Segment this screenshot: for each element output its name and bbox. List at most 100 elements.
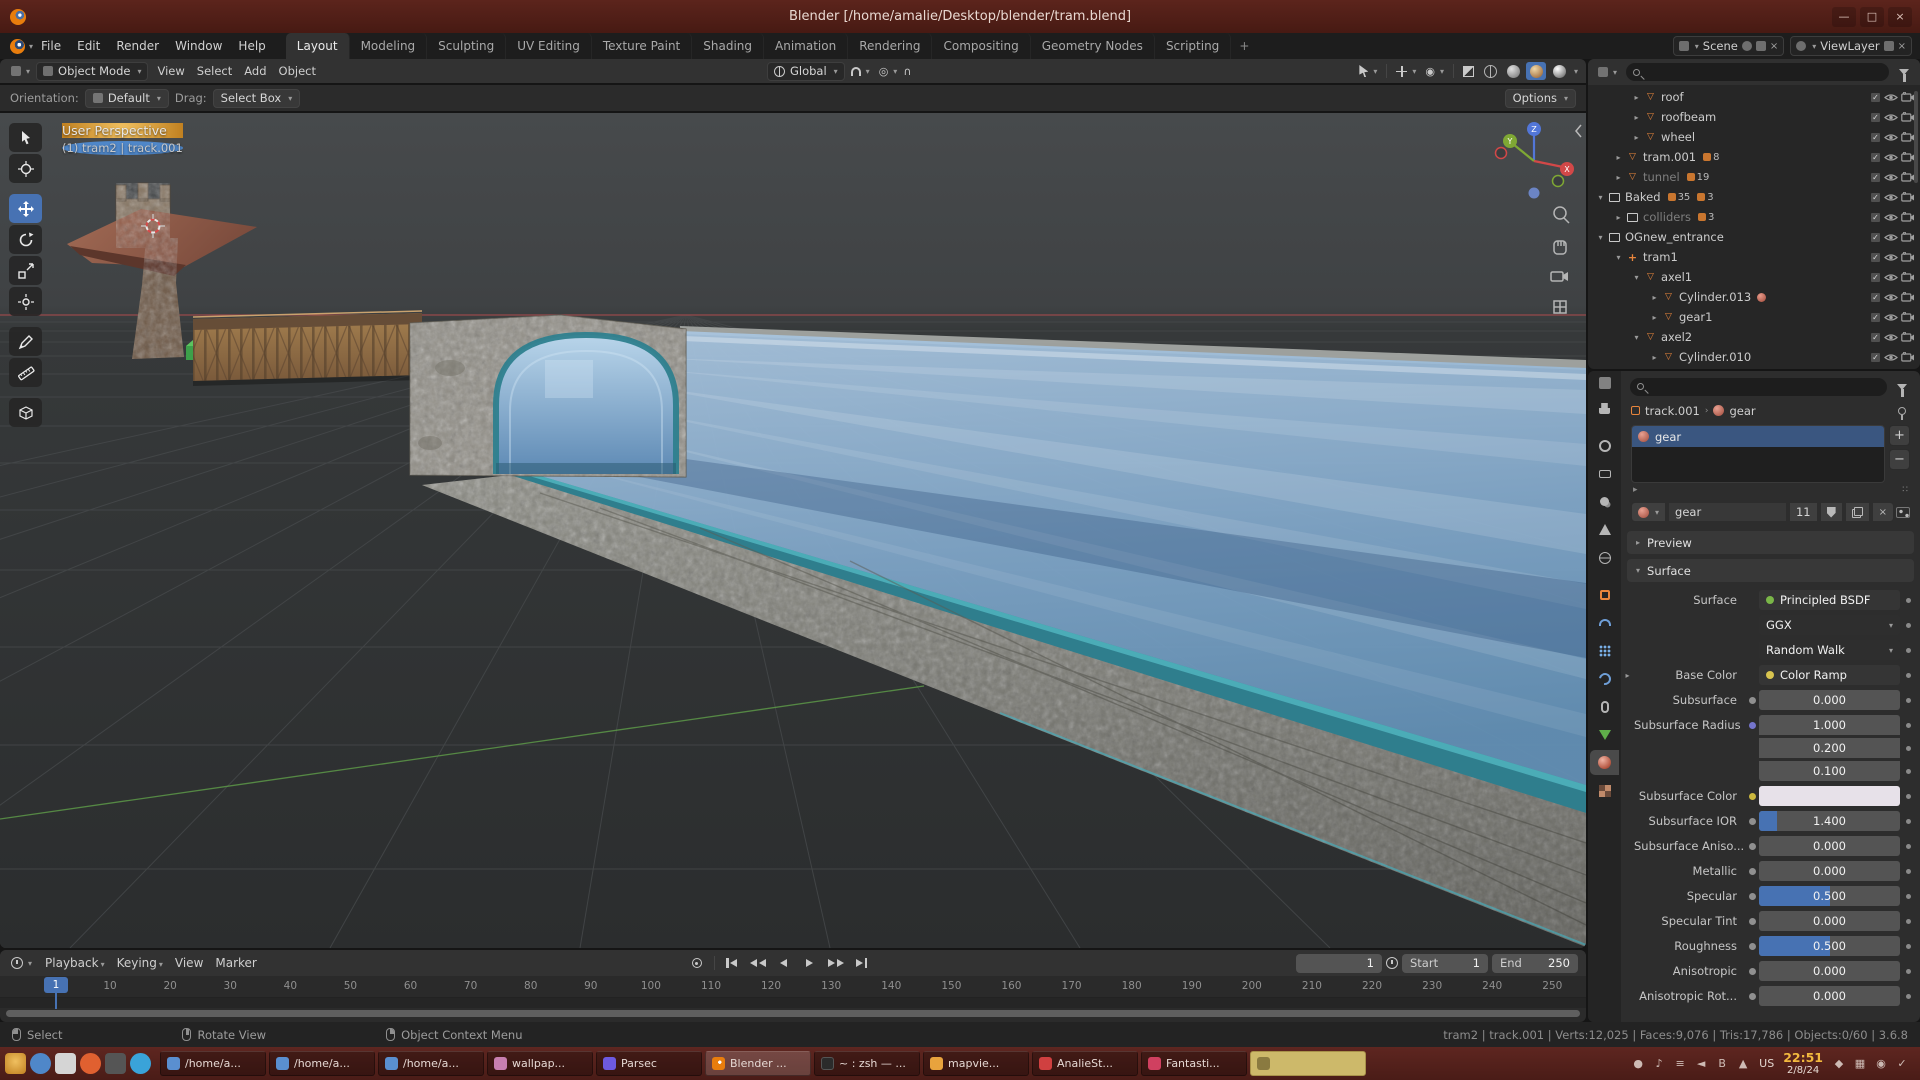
outliner-row[interactable]: ▸ Cylinder.013 ✓ (1588, 287, 1920, 307)
material-slot-row[interactable]: gear (1632, 426, 1884, 447)
outliner-row[interactable]: ▾ axel1 ✓ (1588, 267, 1920, 287)
tab-constraints[interactable] (1590, 694, 1619, 719)
tab-world[interactable] (1590, 545, 1619, 570)
outliner-row[interactable]: ▾ Baked 35 3 ✓ (1588, 187, 1920, 207)
overlays-toggle[interactable]: ◉▾ (1422, 65, 1447, 78)
taskbar-window-button[interactable]: Fantasti... (1141, 1051, 1247, 1076)
property-field[interactable]: 0.000 (1759, 961, 1900, 981)
terminal-icon[interactable] (105, 1053, 126, 1074)
tray-icon[interactable]: ▦ (1853, 1057, 1867, 1070)
new-viewlayer-icon[interactable] (1884, 41, 1894, 51)
expand-arrow-icon[interactable]: ▸ (1648, 313, 1661, 322)
exclude-checkbox[interactable]: ✓ (1870, 352, 1881, 363)
property-field[interactable]: 0.500 (1759, 886, 1900, 906)
remove-slot-button[interactable]: − (1889, 449, 1910, 470)
property-field[interactable]: 0.000 (1759, 986, 1900, 1006)
viewport-canvas[interactable]: Z X Y (0, 113, 1586, 948)
tray-icon[interactable]: B (1715, 1057, 1729, 1070)
breadcrumb-object[interactable]: track.001 (1645, 404, 1700, 418)
scale-tool-button[interactable] (9, 256, 42, 285)
frame-start-field[interactable]: Start1 (1402, 954, 1488, 973)
workspace-tab[interactable]: Shading (692, 33, 764, 59)
timeline-ruler-area[interactable]: 1 10203040506070809010011012013014015016… (0, 976, 1586, 1022)
tab-render[interactable] (1590, 433, 1619, 458)
animate-decorator[interactable] (1900, 723, 1916, 728)
hide-eye-icon[interactable] (1884, 92, 1898, 103)
animate-decorator[interactable] (1900, 894, 1916, 899)
tab-object-data[interactable] (1590, 722, 1619, 747)
menu-item[interactable]: Edit (69, 33, 108, 59)
property-field[interactable]: 0.000 (1759, 836, 1900, 856)
properties-filter-icon[interactable] (1897, 384, 1907, 390)
property-field[interactable]: 0.200 (1759, 738, 1900, 758)
animate-decorator[interactable] (1900, 844, 1916, 849)
tray-icon[interactable]: ● (1631, 1057, 1645, 1070)
animate-decorator[interactable] (1900, 698, 1916, 703)
pin-icon[interactable] (1742, 41, 1752, 51)
timeline-scrollbar[interactable] (6, 1010, 1580, 1017)
property-field[interactable]: 0.500 (1759, 936, 1900, 956)
tweak-select-tool-button[interactable] (9, 123, 42, 152)
expand-arrow-icon[interactable]: ▸ (1648, 293, 1661, 302)
outliner-row[interactable]: ▸ wheel ✓ (1588, 127, 1920, 147)
bridge-track-object[interactable] (193, 311, 422, 386)
expand-arrow-icon[interactable]: ▸ (1630, 133, 1643, 142)
menu-item[interactable]: Help (230, 33, 273, 59)
viewlayer-selector[interactable]: ▾ ViewLayer × (1790, 36, 1912, 56)
files-icon[interactable] (55, 1053, 76, 1074)
proportional-edit-toggle[interactable]: ◎▾ (876, 65, 901, 78)
scene-selector[interactable]: ▾ Scene × (1673, 36, 1784, 56)
exclude-checkbox[interactable]: ✓ (1870, 312, 1881, 323)
breadcrumb-material[interactable]: gear (1729, 404, 1755, 418)
close-button[interactable]: × (1888, 7, 1912, 27)
disable-render-camera-icon[interactable] (1901, 112, 1915, 122)
tray-icon[interactable]: ◉ (1874, 1057, 1888, 1070)
taskbar-clock[interactable]: 22:51 2/8/24 (1783, 1051, 1823, 1077)
hide-eye-icon[interactable] (1884, 152, 1898, 163)
jump-to-start-button[interactable] (720, 954, 744, 972)
expand-arrow-icon[interactable]: ▸ (1648, 353, 1661, 362)
unlink-scene-icon[interactable]: × (1770, 41, 1778, 52)
disable-render-camera-icon[interactable] (1901, 212, 1915, 222)
remove-viewlayer-icon[interactable]: × (1898, 41, 1906, 52)
material-name-field[interactable]: gear (1668, 502, 1787, 522)
outliner-row[interactable]: ▾ tram1 ✓ (1588, 247, 1920, 267)
disable-render-camera-icon[interactable] (1901, 152, 1915, 162)
hide-eye-icon[interactable] (1884, 172, 1898, 183)
shading-solid-button[interactable] (1503, 62, 1523, 80)
properties-search-input[interactable] (1630, 378, 1887, 396)
annotate-tool-button[interactable] (9, 327, 42, 356)
minimize-button[interactable]: — (1832, 7, 1856, 27)
filter-icon[interactable] (1899, 69, 1909, 75)
animate-decorator[interactable] (1900, 819, 1916, 824)
exclude-checkbox[interactable]: ✓ (1870, 332, 1881, 343)
exclude-checkbox[interactable]: ✓ (1870, 152, 1881, 163)
tray-icon[interactable]: ✓ (1895, 1057, 1909, 1070)
timeline-menu-item[interactable]: Playback▾ (39, 956, 111, 970)
menu-item[interactable]: Render (108, 33, 167, 59)
exclude-checkbox[interactable]: ✓ (1870, 112, 1881, 123)
disable-render-camera-icon[interactable] (1901, 132, 1915, 142)
move-tool-button[interactable] (9, 194, 42, 223)
tab-object[interactable] (1590, 582, 1619, 607)
app-menu-icon[interactable] (5, 1053, 26, 1074)
transform-orientation-dropdown[interactable]: Global▾ (767, 62, 845, 81)
snap-toggle[interactable]: ▾ (848, 67, 873, 76)
taskbar-window-button[interactable]: AnalieSt... (1032, 1051, 1138, 1076)
timeline-menu-item[interactable]: View (169, 956, 209, 970)
tab-physics[interactable] (1590, 666, 1619, 691)
prev-keyframe-button[interactable] (746, 954, 770, 972)
tray-icon[interactable]: ◆ (1832, 1057, 1846, 1070)
exclude-checkbox[interactable]: ✓ (1870, 232, 1881, 243)
slot-specials-icon[interactable]: ▸ (1633, 485, 1638, 495)
animate-decorator[interactable] (1900, 623, 1916, 628)
outliner-row[interactable]: ▸ colliders 3 ✓ (1588, 207, 1920, 227)
add-cube-tool-button[interactable] (9, 398, 42, 427)
exclude-checkbox[interactable]: ✓ (1870, 212, 1881, 223)
surface-section-header[interactable]: ▾Surface (1627, 559, 1914, 582)
outliner-row[interactable]: ▸ roofbeam ✓ (1588, 107, 1920, 127)
maximize-button[interactable]: □ (1860, 7, 1884, 27)
expander-icon[interactable]: ▸ (1621, 671, 1634, 680)
exclude-checkbox[interactable]: ✓ (1870, 292, 1881, 303)
animate-decorator[interactable] (1900, 944, 1916, 949)
